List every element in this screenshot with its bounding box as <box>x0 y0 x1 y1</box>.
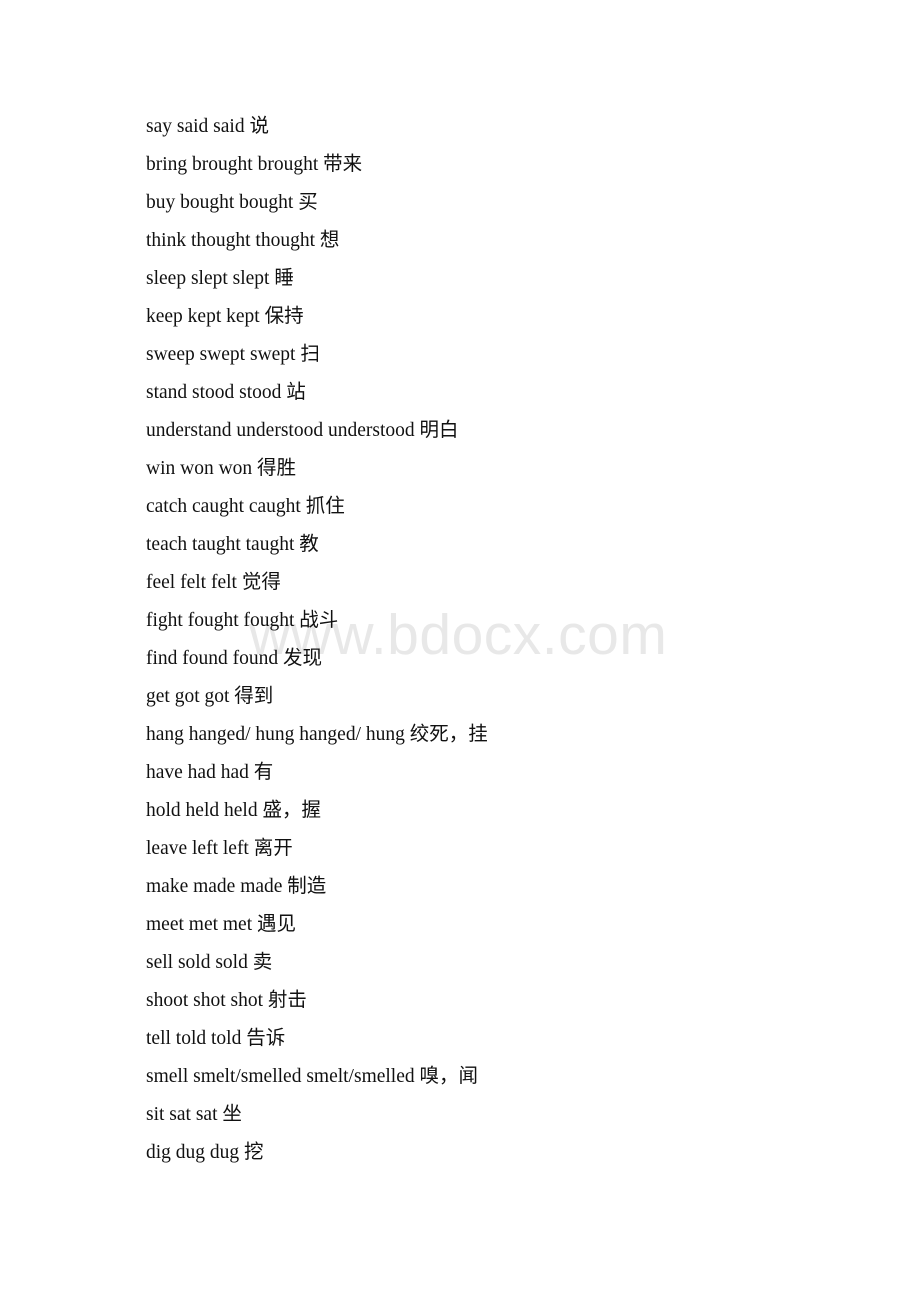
verb-list: say said said 说 bring brought brought 带来… <box>146 108 866 1172</box>
verb-line: hang hanged/ hung hanged/ hung 绞死，挂 <box>146 724 488 745</box>
verb-line: fight fought fought 战斗 <box>146 610 339 631</box>
verb-line: tell told told 告诉 <box>146 1028 286 1049</box>
document-page: www.bdocx.com say said said 说 bring brou… <box>0 0 920 1302</box>
verb-line: keep kept kept 保持 <box>146 306 304 327</box>
verb-line: win won won 得胜 <box>146 458 297 479</box>
verb-line: have had had 有 <box>146 762 274 783</box>
verb-line: think thought thought 想 <box>146 230 340 251</box>
verb-line: bring brought brought 带来 <box>146 154 363 175</box>
verb-line: say said said 说 <box>146 116 269 137</box>
verb-line: meet met met 遇见 <box>146 914 297 935</box>
verb-line: sleep slept slept 睡 <box>146 268 294 289</box>
verb-line: hold held held 盛，握 <box>146 800 321 821</box>
verb-line: shoot shot shot 射击 <box>146 990 307 1011</box>
verb-line: make made made 制造 <box>146 876 327 897</box>
verb-line: sit sat sat 坐 <box>146 1104 242 1125</box>
verb-line: leave left left 离开 <box>146 838 293 859</box>
verb-line: catch caught caught 抓住 <box>146 496 345 517</box>
verb-line: get got got 得到 <box>146 686 274 707</box>
verb-line: understand understood understood 明白 <box>146 420 459 441</box>
verb-line: buy bought bought 买 <box>146 192 318 213</box>
verb-line: stand stood stood 站 <box>146 382 306 403</box>
verb-line: feel felt felt 觉得 <box>146 572 281 593</box>
verb-line: dig dug dug 挖 <box>146 1142 264 1163</box>
verb-line: teach taught taught 教 <box>146 534 319 555</box>
verb-line: sell sold sold 卖 <box>146 952 273 973</box>
verb-line: find found found 发现 <box>146 648 323 669</box>
verb-line: sweep swept swept 扫 <box>146 344 320 365</box>
verb-line: smell smelt/smelled smelt/smelled 嗅，闻 <box>146 1066 479 1087</box>
